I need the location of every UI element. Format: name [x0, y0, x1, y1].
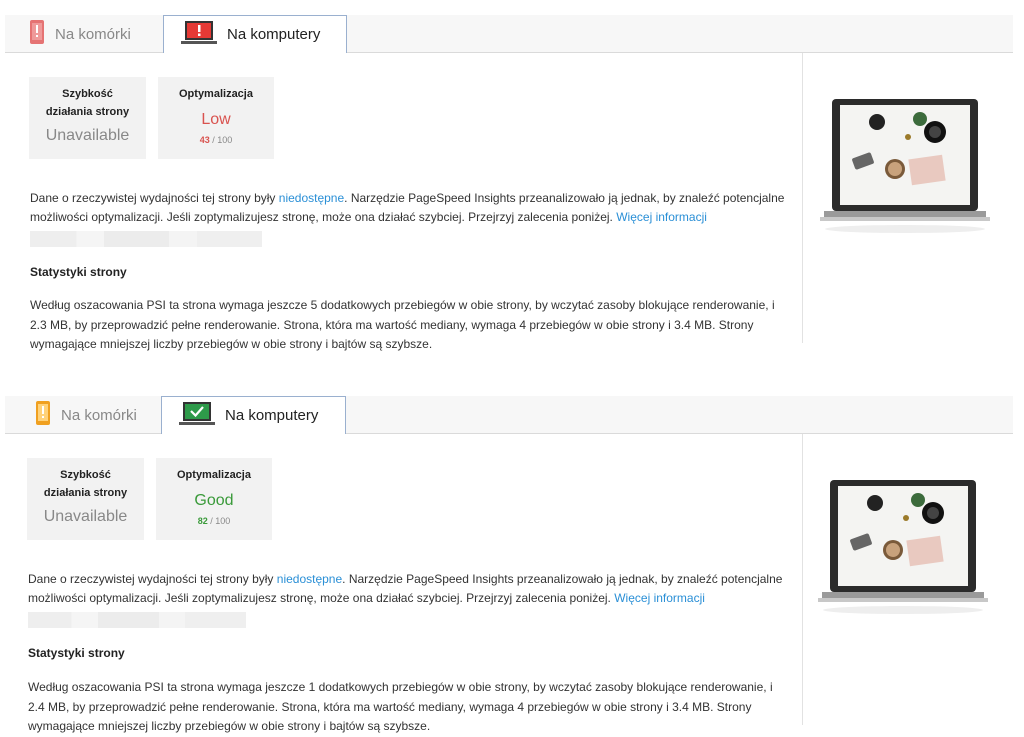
stats-heading: Statystyki strony — [28, 646, 125, 660]
laptop-warning-icon — [181, 20, 217, 50]
tab-desktop[interactable]: Na komputery — [161, 396, 346, 435]
optimization-score: 43 / 100 — [158, 135, 274, 145]
speed-card: Szybkość działania strony Unavailable — [27, 458, 144, 540]
tab-desktop-label: Na komputery — [227, 26, 321, 43]
speed-card-title: Szybkość działania strony — [27, 466, 144, 502]
tab-mobile[interactable]: Na komórki — [29, 15, 131, 53]
unavailable-link[interactable]: niedostępne — [277, 572, 342, 586]
stats-text: Według oszacowania PSI ta strona wymaga … — [30, 298, 775, 351]
speed-card-title: Szybkość działania strony — [29, 85, 146, 121]
optimization-rating: Low — [201, 111, 231, 128]
speed-card: Szybkość działania strony Unavailable — [29, 77, 146, 159]
optimization-score-suffix: / 100 — [207, 516, 231, 526]
more-info-link[interactable]: Więcej informacji — [614, 591, 705, 605]
laptop-check-icon — [179, 401, 215, 431]
optimization-card: Optymalizacja Good 82 / 100 — [156, 458, 272, 540]
unavailable-link[interactable]: niedostępne — [279, 191, 344, 205]
stats-text: Według oszacowania PSI ta strona wymaga … — [28, 680, 773, 733]
description-part1: Dane o rzeczywistej wydajności tej stron… — [28, 572, 277, 586]
laptop-preview-image — [818, 480, 988, 625]
optimization-card-title: Optymalizacja — [177, 469, 251, 481]
description-text: Dane o rzeczywistej wydajności tej stron… — [28, 570, 788, 607]
redacted-url — [28, 612, 246, 628]
speed-card-title-line2: działania strony — [43, 487, 128, 499]
device-tab-bar: Na komórki Na komputery — [5, 15, 1013, 54]
tab-desktop[interactable]: Na komputery — [163, 15, 347, 54]
speed-card-value: Unavailable — [45, 127, 130, 144]
description-text: Dane o rzeczywistej wydajności tej stron… — [30, 189, 790, 226]
stats-heading: Statystyki strony — [30, 265, 127, 279]
optimization-score-value: 43 — [199, 135, 210, 145]
laptop-preview-image — [820, 99, 990, 244]
result-panel-2: Na komórki Na komputery Szybkość działan… — [0, 396, 1024, 733]
redacted-url — [30, 231, 262, 247]
optimization-card: Optymalizacja Low 43 / 100 — [158, 77, 274, 159]
description-part1: Dane o rzeczywistej wydajności tej stron… — [30, 191, 279, 205]
phone-warning-icon — [29, 19, 45, 49]
speed-card-title-line1: Szybkość — [60, 469, 111, 481]
optimization-score-value: 82 — [197, 516, 208, 526]
tab-mobile-label: Na komórki — [55, 25, 131, 43]
tab-desktop-label: Na komputery — [225, 407, 319, 424]
tab-mobile-label: Na komórki — [61, 406, 137, 424]
speed-card-title-line1: Szybkość — [62, 88, 113, 100]
speed-card-title-line2: działania strony — [45, 106, 130, 118]
result-panel-1: Na komórki Na komputery Szybkość działan… — [0, 15, 1024, 351]
speed-card-value: Unavailable — [43, 508, 128, 525]
device-tab-bar: Na komórki Na komputery — [5, 396, 1013, 435]
results-content: Szybkość działania strony Unavailable Op… — [5, 434, 803, 733]
optimization-score-suffix: / 100 — [209, 135, 233, 145]
results-content: Szybkość działania strony Unavailable Op… — [5, 53, 803, 351]
optimization-card-title: Optymalizacja — [179, 88, 253, 100]
optimization-rating: Good — [194, 492, 234, 509]
tab-mobile[interactable]: Na komórki — [35, 396, 137, 434]
phone-caution-icon — [35, 400, 51, 430]
more-info-link[interactable]: Więcej informacji — [616, 210, 707, 224]
optimization-score: 82 / 100 — [156, 516, 272, 526]
